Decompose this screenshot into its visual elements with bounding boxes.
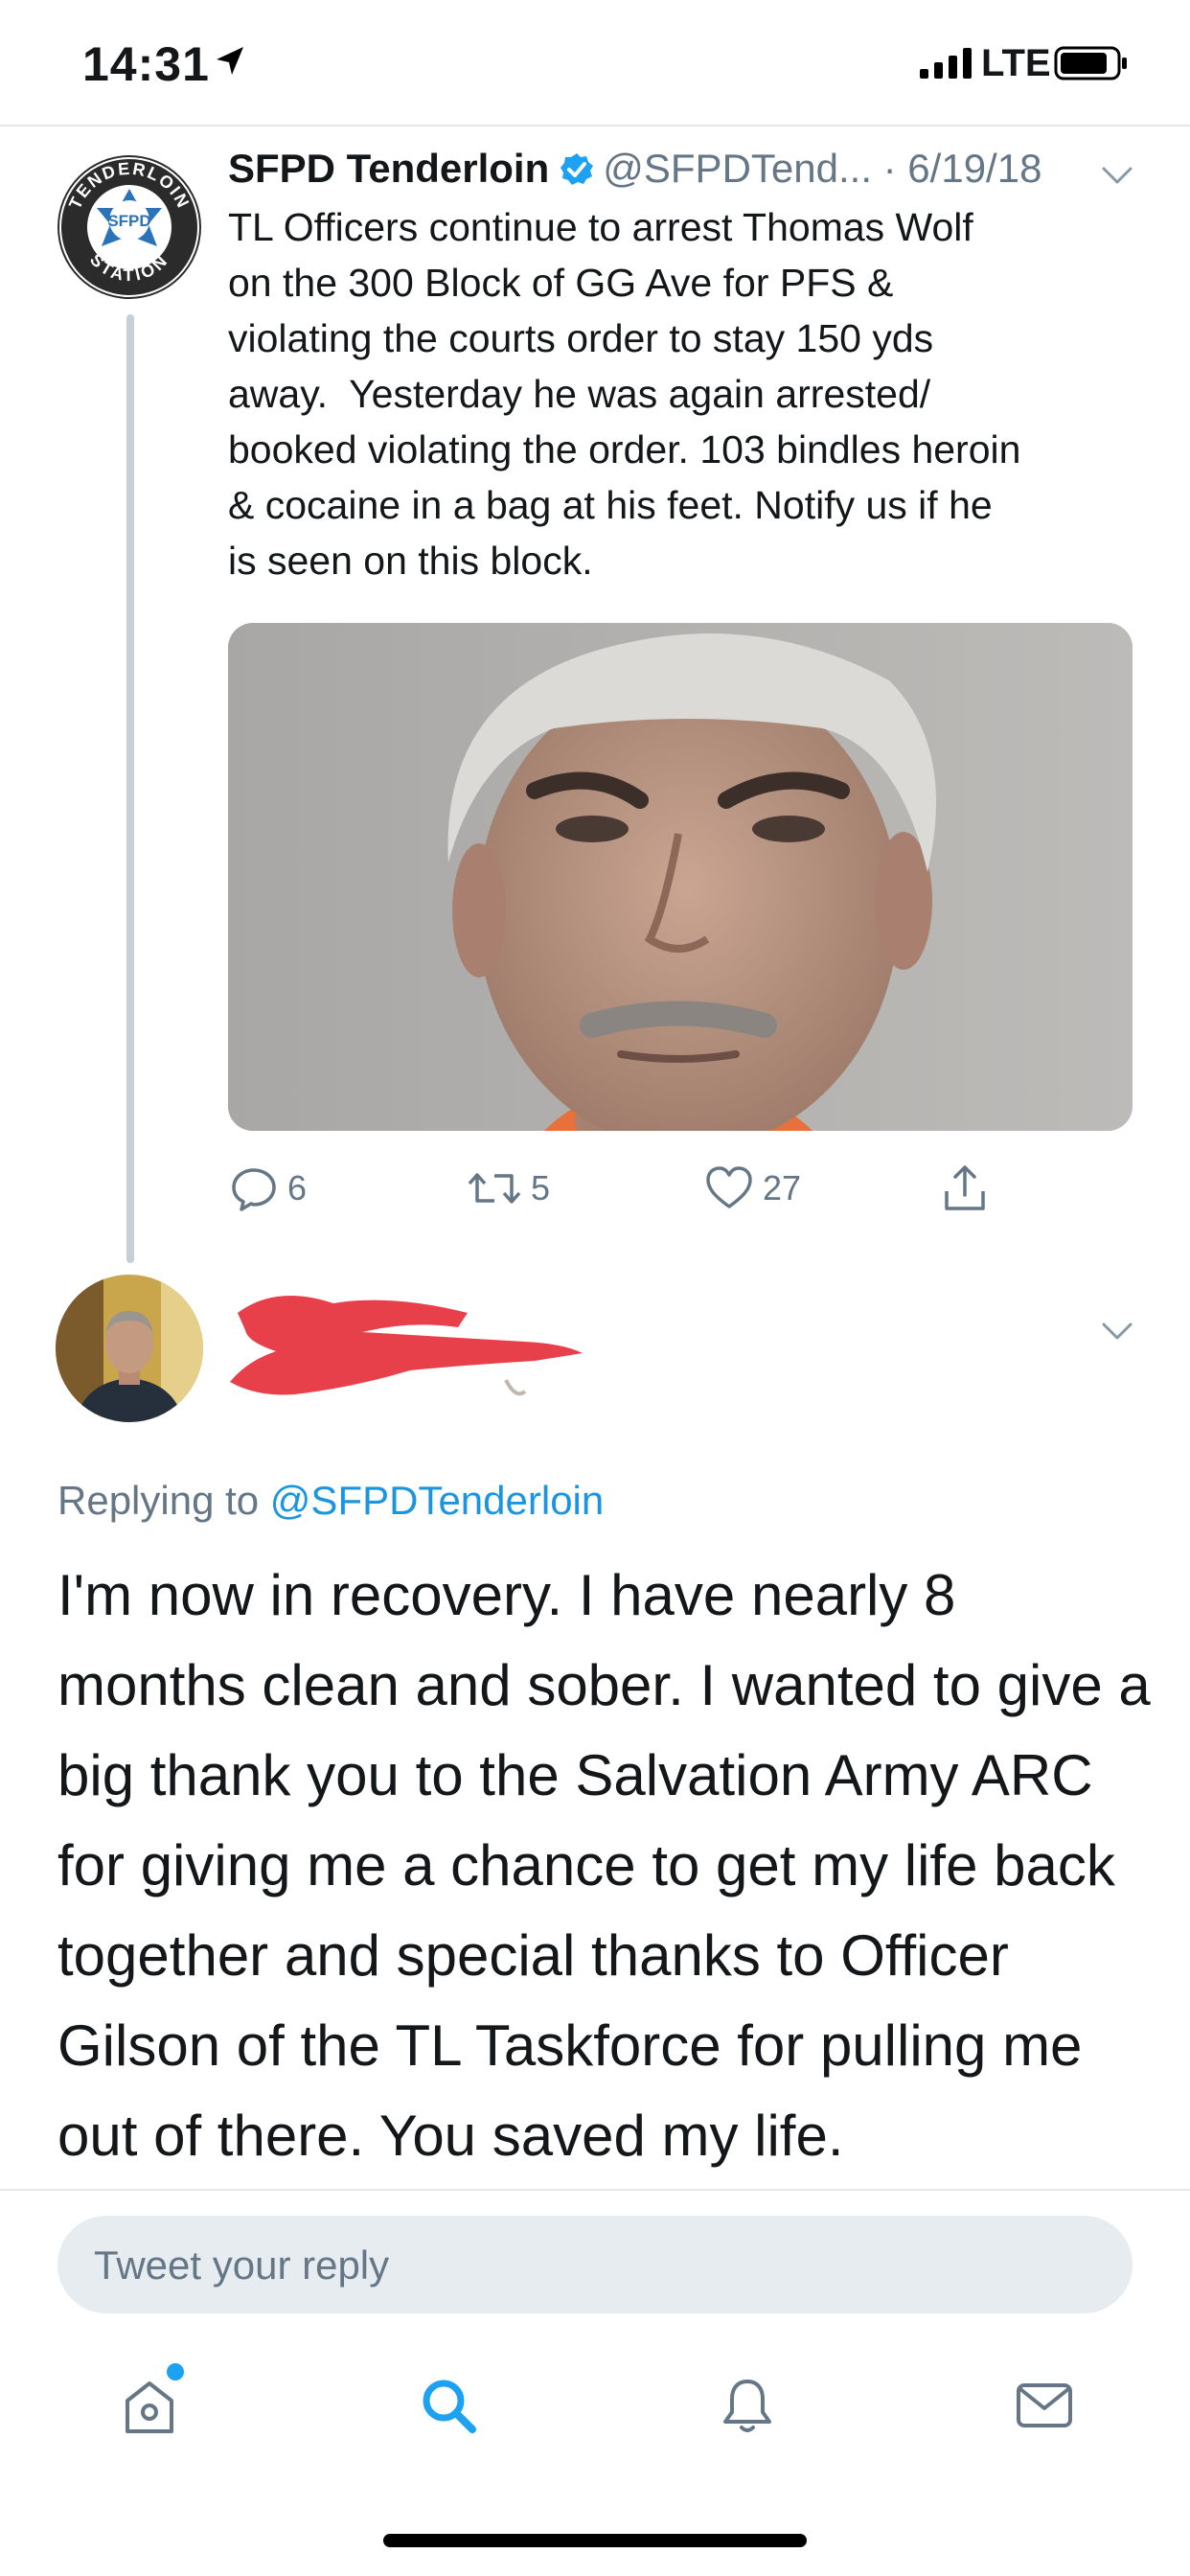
like-count: 27 [763,1168,802,1208]
notifications-icon [723,2380,771,2432]
share-action[interactable] [939,1160,998,1217]
tab-messages[interactable] [996,2358,1092,2453]
home-icon [126,2381,173,2433]
location-arrow-icon [217,47,243,75]
replying-prefix: Replying to [57,1478,270,1523]
reply-action[interactable]: 6 [228,1160,307,1217]
author-handle-date: @SFPDTend... · 6/19/18 [603,146,1042,191]
home-indicator[interactable] [383,2534,807,2547]
messages-icon [1017,2383,1072,2427]
status-time: 14:31 [82,37,210,91]
battery-icon [1054,46,1127,80]
reply-placeholder: Tweet your reply [94,2242,390,2288]
composer-divider [0,2189,1190,2191]
chevron-down-icon[interactable] [1098,161,1136,190]
tweet-photo[interactable] [228,623,1133,1131]
author-name[interactable]: SFPD Tenderloin [228,146,549,191]
tweet-text: TL Officers continue to arrest Thomas Wo… [228,205,1021,583]
reply-author-avatar[interactable] [56,1275,203,1422]
reply-count: 6 [287,1168,308,1208]
retweet-action[interactable]: 5 [466,1160,550,1217]
thread-connector-line [126,314,134,1263]
replying-handle-link[interactable]: @SFPDTenderloin [270,1478,604,1523]
header-divider [0,125,1190,126]
heart-icon [706,1166,752,1208]
retweet-count: 5 [531,1168,551,1208]
network-type: LTE [981,42,1051,84]
share-icon [945,1165,985,1210]
replying-to-label: Replying to @SFPDTenderloin [57,1478,604,1524]
reply-icon [232,1168,276,1211]
reply-text: I'm now in recovery. I have nearly 8 mon… [57,1563,1151,2168]
redacted-username [230,1296,583,1396]
mugshot-illustration [228,623,1133,1131]
tweet-header: SFPD Tenderloin @SFPDTend... · 6/19/18 [228,146,1041,192]
sfpd-tenderloin-avatar[interactable]: SFPD TENDERLOIN STATION [56,153,203,301]
like-action[interactable]: 27 [703,1160,801,1217]
user-avatar-photo [56,1275,203,1422]
tab-search[interactable] [400,2358,496,2453]
search-icon [423,2380,476,2433]
signal-strength-icon [920,48,972,79]
tab-notifications[interactable] [699,2358,795,2453]
verified-badge-icon [561,153,594,185]
chevron-down-icon[interactable] [1098,1317,1136,1346]
svg-text:SFPD: SFPD [107,212,150,230]
new-content-dot [167,2363,184,2380]
tweet-reply-input[interactable]: Tweet your reply [57,2216,1133,2313]
retweet-icon [468,1173,521,1204]
status-bar: 14:31 LTE [0,0,1190,125]
tweet-actions: 6 5 27 [228,1160,1133,1217]
